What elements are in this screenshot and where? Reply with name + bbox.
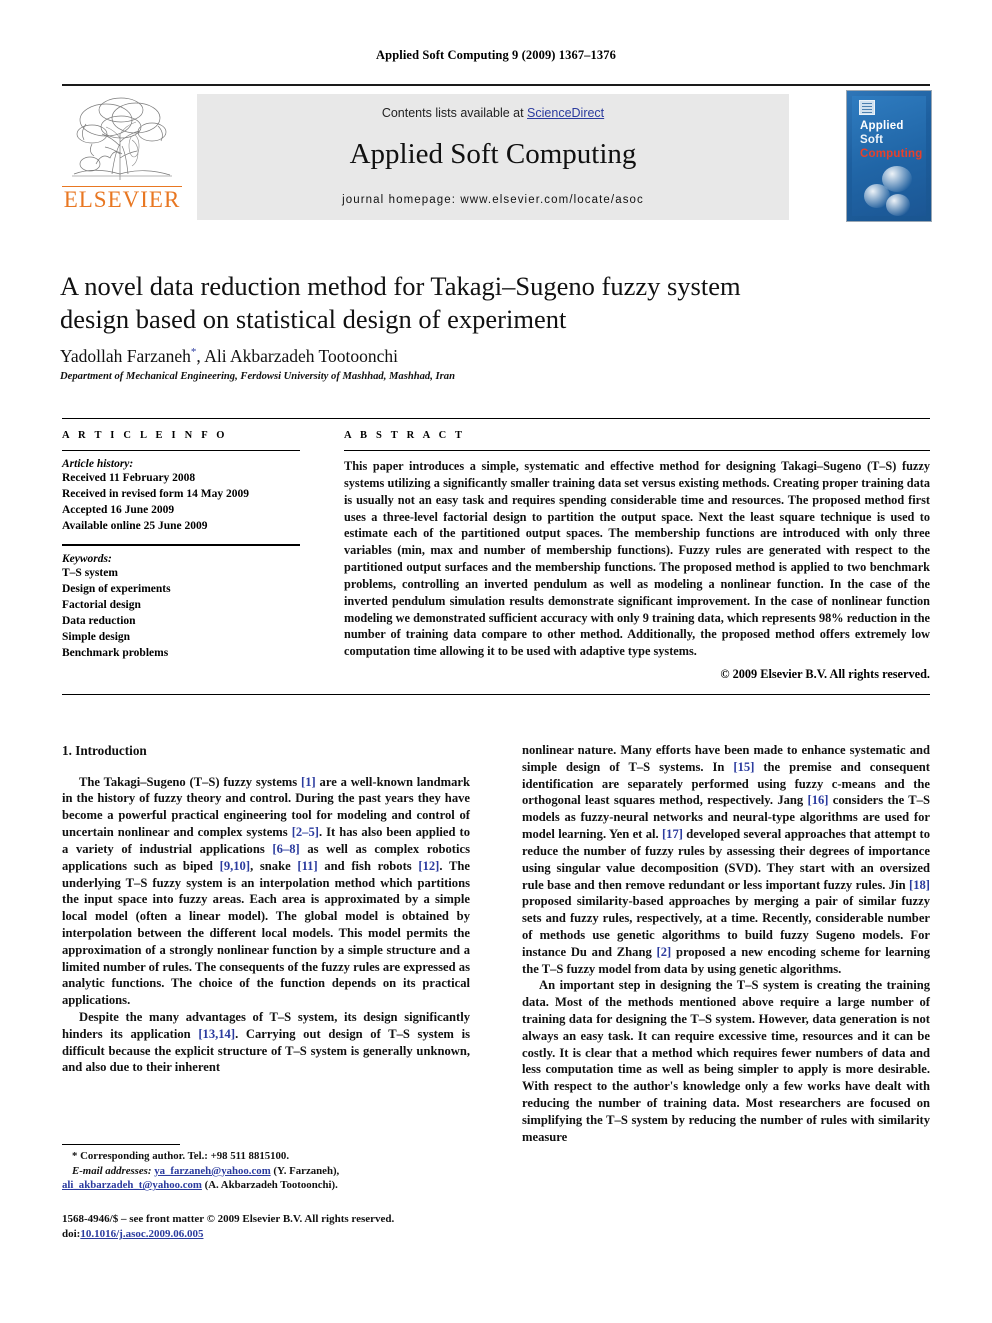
citation-reference[interactable]: [12]	[418, 859, 439, 873]
paragraph: An important step in designing the T–S s…	[522, 978, 930, 1144]
history-revised: Received in revised form 14 May 2009	[62, 487, 249, 500]
citation-reference[interactable]: [6–8]	[272, 842, 299, 856]
body-column-left: 1. Introduction The Takagi–Sugeno (T–S) …	[62, 742, 470, 1076]
email-addresses-note: E-mail addresses: ya_farzaneh@yahoo.com …	[62, 1164, 470, 1193]
body-column-right: nonlinear nature. Many efforts have been…	[522, 742, 930, 1146]
abstract-copyright: © 2009 Elsevier B.V. All rights reserved…	[720, 667, 930, 682]
elsevier-logo: ELSEVIER	[62, 94, 182, 218]
citation-reference[interactable]: [2]	[657, 945, 672, 959]
history-accepted: Accepted 16 June 2009	[62, 503, 175, 516]
keyword-item: Factorial design	[62, 599, 141, 612]
keyword-item: Design of experiments	[62, 583, 171, 596]
section-heading-introduction: 1. Introduction	[62, 743, 147, 758]
citation-reference[interactable]: [2–5]	[292, 825, 319, 839]
email-addresses-label: E-mail addresses:	[72, 1164, 152, 1177]
citation-reference[interactable]: [13,14]	[198, 1027, 235, 1041]
abstract-bottom-rule	[62, 694, 930, 695]
citation-reference[interactable]: [17]	[662, 827, 683, 841]
paragraph: The Takagi–Sugeno (T–S) fuzzy systems [1…	[62, 774, 470, 1008]
cover-line-2: Soft	[860, 134, 884, 146]
keywords-label: Keywords:	[62, 553, 112, 566]
citation-reference[interactable]: [15]	[733, 760, 754, 774]
email-owner-2: (A. Akbarzadeh Tootoonchi).	[201, 1179, 338, 1192]
email-link-akbarzadeh[interactable]: ali_akbarzadeh_t@yahoo.com	[62, 1179, 202, 1191]
history-available-online: Available online 25 June 2009	[62, 519, 208, 532]
keyword-item: Simple design	[62, 630, 131, 643]
author-affiliation: Department of Mechanical Engineering, Fe…	[60, 371, 455, 382]
abstract-rule	[344, 450, 930, 451]
article-info-block: A R T I C L E I N F O Article history: R…	[62, 430, 300, 662]
elsevier-tree-icon	[72, 97, 172, 180]
cover-publisher-mark-icon	[859, 100, 875, 115]
paragraph: Despite the many advantages of T–S syste…	[62, 1010, 470, 1075]
citation-reference[interactable]: [9,10]	[220, 859, 250, 873]
article-authors: Yadollah Farzaneh*, Ali Akbarzadeh Tooto…	[60, 346, 800, 367]
journal-masthead: ELSEVIER Contents lists available at Sci…	[62, 84, 932, 222]
footnote-rule	[62, 1144, 180, 1145]
citation-reference[interactable]: [1]	[301, 775, 316, 789]
email-link-farzaneh[interactable]: ya_farzaneh@yahoo.com	[154, 1165, 271, 1177]
contents-prefix: Contents lists available at	[381, 106, 528, 120]
citation-reference[interactable]: [16]	[808, 793, 829, 807]
doi-label: doi:	[62, 1228, 81, 1241]
cover-line-1: Applied	[860, 120, 904, 132]
contents-band: Contents lists available at ScienceDirec…	[197, 94, 789, 220]
article-history-label: Article history:	[62, 458, 134, 470]
abstract-heading: A B S T R A C T	[344, 430, 466, 441]
imprint-block: 1568-4946/$ – see front matter © 2009 El…	[62, 1212, 492, 1243]
article-first-page: Applied Soft Computing 9 (2009) 1367–137…	[0, 0, 992, 1323]
doi-link[interactable]: 10.1016/j.asoc.2009.06.005	[80, 1228, 203, 1240]
cover-line-3: Computing	[860, 148, 923, 160]
citation-reference[interactable]: [18]	[909, 878, 930, 892]
journal-title: Applied Soft Computing	[349, 138, 637, 170]
article-info-rule	[62, 450, 300, 451]
history-received: Received 11 February 2008	[62, 472, 196, 484]
footnote-block: * Corresponding author. Tel.: +98 511 88…	[62, 1144, 470, 1193]
contents-available-line: Contents lists available at ScienceDirec…	[197, 106, 789, 120]
imprint-doi-line: doi:10.1016/j.asoc.2009.06.005	[62, 1227, 492, 1242]
sciencedirect-link[interactable]: ScienceDirect	[527, 106, 604, 120]
imprint-front-matter: 1568-4946/$ – see front matter © 2009 El…	[62, 1213, 395, 1225]
journal-cover-thumbnail: Applied Soft Computing	[846, 90, 932, 222]
keywords-rule	[62, 544, 300, 547]
keyword-item: Data reduction	[62, 615, 136, 628]
abstract-top-rule	[62, 418, 930, 419]
paragraph: nonlinear nature. Many efforts have been…	[522, 743, 930, 976]
article-info-heading: A R T I C L E I N F O	[62, 430, 228, 441]
corresponding-author-marker: *	[190, 346, 197, 359]
abstract-block: A B S T R A C T This paper introduces a …	[344, 430, 930, 682]
keyword-item: T–S system	[62, 567, 118, 580]
article-title: A novel data reduction method for Takagi…	[60, 271, 741, 335]
corresponding-author-note: * Corresponding author. Tel.: +98 511 88…	[72, 1150, 290, 1162]
email-owner-1: (Y. Farzaneh),	[270, 1164, 340, 1177]
keyword-item: Benchmark problems	[62, 646, 169, 659]
running-head: Applied Soft Computing 9 (2009) 1367–137…	[376, 48, 616, 62]
author-names: Yadollah Farzaneh*, Ali Akbarzadeh Tooto…	[60, 346, 399, 366]
elsevier-wordmark: ELSEVIER	[62, 186, 182, 212]
abstract-text: This paper introduces a simple, systemat…	[344, 459, 930, 659]
journal-homepage-line[interactable]: journal homepage: www.elsevier.com/locat…	[197, 194, 789, 206]
citation-reference[interactable]: [11]	[297, 859, 317, 873]
